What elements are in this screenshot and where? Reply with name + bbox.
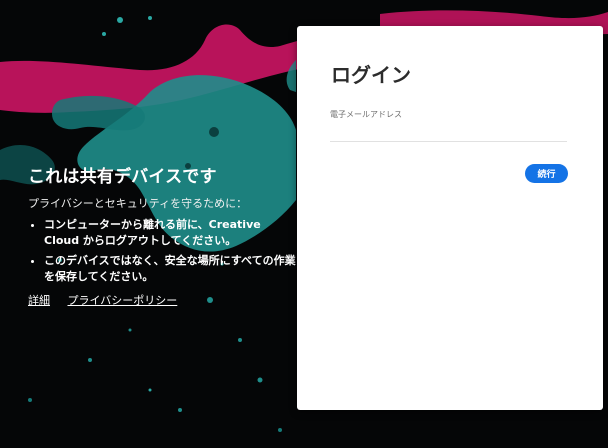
email-label: 電子メールアドレス <box>330 110 402 119</box>
info-links: 詳細 プライバシーポリシー <box>28 292 296 308</box>
bullet-sign-out: コンピューターから離れる前に、Creative Cloud からログアウトしてく… <box>44 217 296 249</box>
shared-device-bullets: コンピューターから離れる前に、Creative Cloud からログアウトしてく… <box>28 217 296 285</box>
shared-device-info: これは共有デバイスです プライバシーとセキュリティを守るために： コンピューター… <box>28 162 296 308</box>
login-title: ログイン <box>331 63 411 87</box>
details-link[interactable]: 詳細 <box>28 294 50 307</box>
login-panel: ログイン 電子メールアドレス 続行 <box>297 26 603 410</box>
shared-device-subtitle: プライバシーとセキュリティを守るために： <box>28 197 248 210</box>
email-field[interactable] <box>330 125 567 142</box>
continue-button[interactable]: 続行 <box>525 164 568 183</box>
privacy-policy-link[interactable]: プライバシーポリシー <box>68 294 178 307</box>
shared-device-title: これは共有デバイスです <box>28 167 217 187</box>
bullet-save-work: このデバイスではなく、安全な場所にすべての作業を保存してください。 <box>44 253 296 285</box>
